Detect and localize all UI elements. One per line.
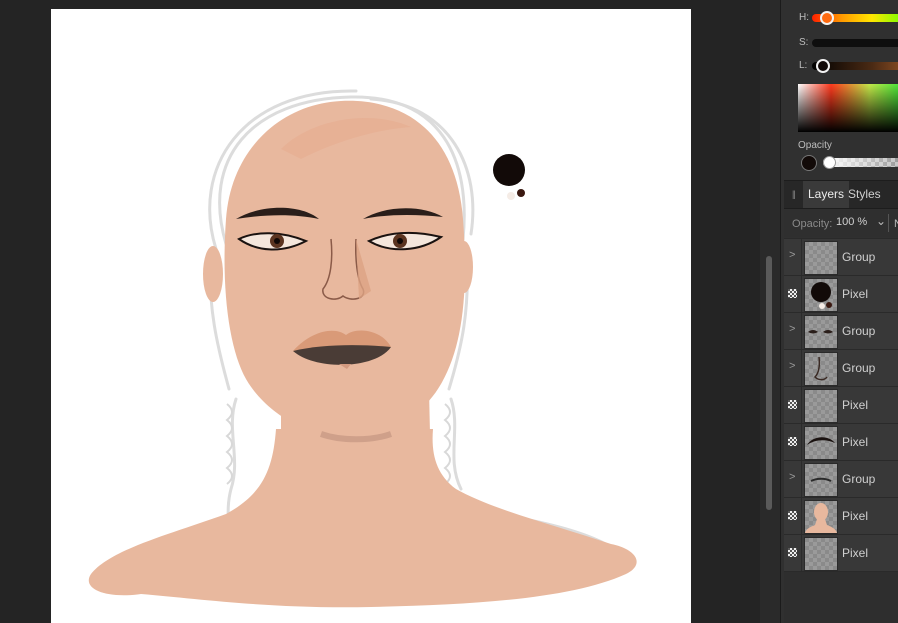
pixel-layer-icon: [788, 511, 797, 520]
layer-thumbnail: [804, 352, 838, 386]
expand-toggle[interactable]: >: [784, 313, 802, 349]
layer-opacity-label: Opacity:: [792, 218, 833, 230]
canvas-area[interactable]: [0, 0, 760, 623]
saturation-label: S:: [799, 37, 809, 48]
layer-row[interactable]: > Group: [784, 312, 898, 350]
layer-row[interactable]: Pixel: [784, 497, 898, 535]
hue-slider[interactable]: [812, 11, 898, 25]
layer-name: Pixel: [842, 509, 869, 523]
layer-name: Group: [842, 250, 876, 264]
expand-toggle[interactable]: >: [784, 350, 802, 386]
divider: [888, 214, 889, 232]
layers-tab-bar: || Layers Styles: [784, 180, 898, 209]
layer-opacity-value[interactable]: 100 %: [836, 216, 867, 228]
pixel-layer-icon: [788, 400, 797, 409]
chevron-right-icon[interactable]: >: [789, 249, 795, 261]
pixel-layer-icon: [788, 548, 797, 557]
layer-thumbnail: [804, 537, 838, 571]
hue-label: H:: [799, 12, 809, 23]
layer-opacity-row: Opacity: 100 % ⌄ N: [784, 209, 898, 237]
layer-thumbnail: [804, 426, 838, 460]
layers-panel-empty-area: [784, 572, 898, 623]
layer-thumbnail: [804, 315, 838, 349]
layer-name: Group: [842, 472, 876, 486]
current-color-swatch[interactable]: [801, 155, 817, 171]
layer-thumbnail: [804, 278, 838, 312]
layer-row[interactable]: > Group: [784, 238, 898, 276]
layer-type-indicator: [784, 276, 802, 312]
panel-grip-icon[interactable]: ||: [792, 189, 796, 199]
lightness-slider-knob[interactable]: [816, 59, 830, 73]
layer-name: Group: [842, 324, 876, 338]
layer-type-indicator: [784, 535, 802, 571]
artboard[interactable]: [51, 9, 691, 623]
color-opacity-label: Opacity: [798, 140, 832, 151]
layer-row[interactable]: Pixel: [784, 275, 898, 313]
pixel-layer-icon: [788, 289, 797, 298]
layer-name: Pixel: [842, 546, 869, 560]
saturation-slider[interactable]: [812, 39, 898, 47]
portrait-drawing: [88, 89, 637, 608]
right-panel: H: S: L: Opacity || Layers Styles Opacit…: [780, 0, 898, 623]
layer-row[interactable]: Pixel: [784, 534, 898, 572]
blend-mode-dropdown[interactable]: N: [894, 218, 898, 230]
layer-name: Pixel: [842, 287, 869, 301]
layer-row[interactable]: > Group: [784, 349, 898, 387]
canvas-vertical-scrollbar[interactable]: [760, 0, 780, 623]
chevron-right-icon[interactable]: >: [789, 323, 795, 335]
layer-thumbnail: [804, 500, 838, 534]
layer-name: Group: [842, 361, 876, 375]
layer-type-indicator: [784, 387, 802, 423]
expand-toggle[interactable]: >: [784, 461, 802, 497]
chevron-right-icon[interactable]: >: [789, 471, 795, 483]
hue-slider-knob[interactable]: [820, 11, 834, 25]
layer-row[interactable]: > Group: [784, 460, 898, 498]
layer-name: Pixel: [842, 435, 869, 449]
layer-thumbnail: [804, 241, 838, 275]
expand-toggle[interactable]: >: [784, 239, 802, 275]
layer-row[interactable]: Pixel: [784, 423, 898, 461]
scrollbar-thumb[interactable]: [766, 256, 772, 510]
layer-thumbnail: [804, 389, 838, 423]
color-opacity-knob[interactable]: [823, 156, 836, 169]
chevron-right-icon[interactable]: >: [789, 360, 795, 372]
color-picker-box[interactable]: [798, 84, 898, 132]
layer-type-indicator: [784, 424, 802, 460]
lightness-slider[interactable]: [812, 59, 898, 73]
chevron-down-icon[interactable]: ⌄: [876, 214, 886, 228]
pixel-layer-icon: [788, 437, 797, 446]
layer-row[interactable]: Pixel: [784, 386, 898, 424]
layer-thumbnail: [804, 463, 838, 497]
layer-type-indicator: [784, 498, 802, 534]
tab-styles[interactable]: Styles: [843, 181, 886, 208]
lightness-label: L:: [799, 60, 808, 71]
layer-name: Pixel: [842, 398, 869, 412]
